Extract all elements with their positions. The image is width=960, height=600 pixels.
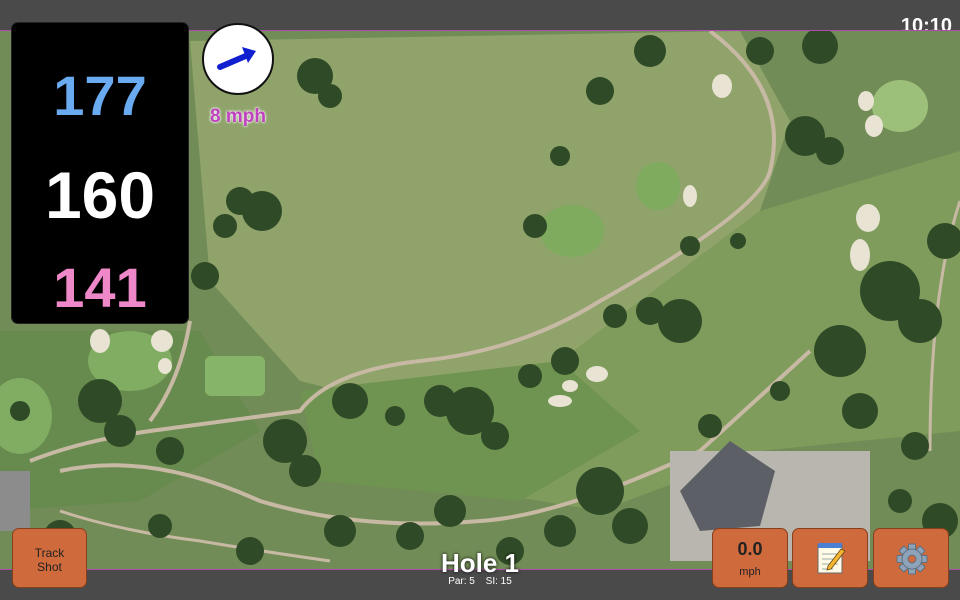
notepad-icon xyxy=(817,543,846,574)
speed-unit: mph xyxy=(739,566,761,578)
wind-arrow-icon xyxy=(217,47,256,70)
wind-indicator xyxy=(202,23,274,95)
settings-button[interactable] xyxy=(873,528,949,588)
wind-speed: 8 mph xyxy=(210,106,266,127)
speed-button[interactable]: 0.0 mph xyxy=(712,528,788,588)
gear-icon xyxy=(896,543,928,575)
hole-par: Par: 5 xyxy=(448,576,475,587)
notes-button[interactable] xyxy=(792,528,868,588)
track-shot-label-line2: Shot xyxy=(37,560,62,574)
track-shot-label-line1: Track xyxy=(34,546,65,560)
hole-details: Par: 5 SI: 15 xyxy=(380,576,580,587)
hole-stroke-index: SI: 15 xyxy=(485,576,512,587)
track-shot-button[interactable]: Track Shot xyxy=(12,528,87,588)
speed-value: 0.0 xyxy=(737,539,763,559)
back-yardage: 177 xyxy=(53,64,147,127)
center-yardage: 160 xyxy=(44,158,156,232)
front-yardage: 141 xyxy=(53,256,147,319)
hole-title: Hole 1 xyxy=(440,548,520,578)
yardage-panel: 177 160 141 xyxy=(12,23,188,323)
